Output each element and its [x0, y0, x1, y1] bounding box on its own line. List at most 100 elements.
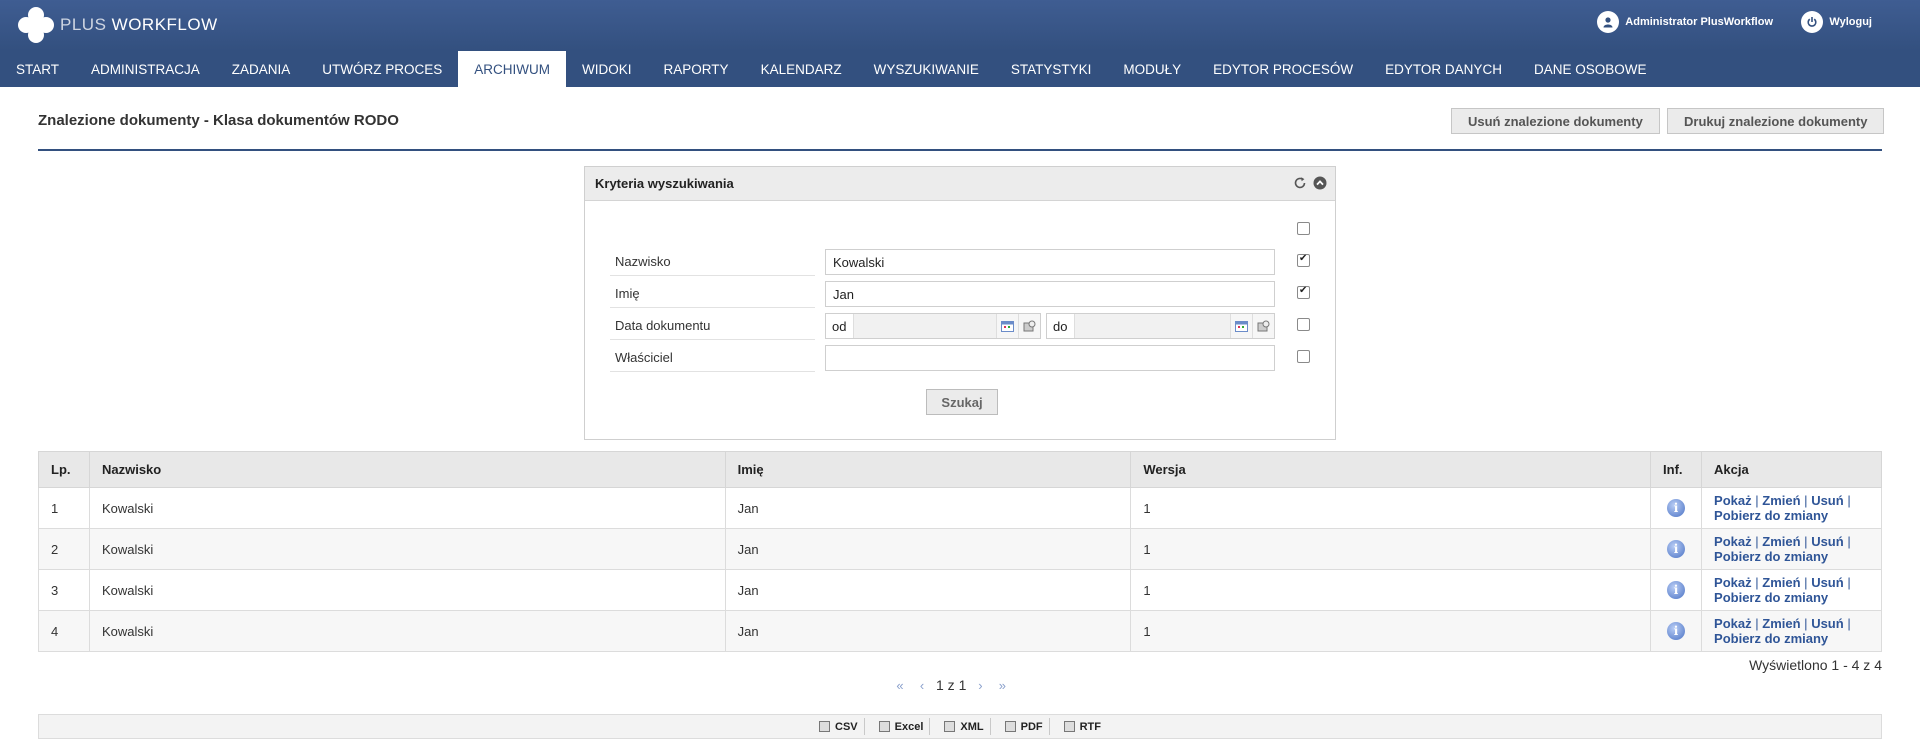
delete-link[interactable]: Usuń	[1811, 616, 1844, 631]
name-checkbox[interactable]	[1297, 285, 1310, 299]
clear-date-icon[interactable]	[1018, 314, 1040, 338]
cell-name: Jan	[724, 569, 1132, 611]
user-profile-link[interactable]: Administrator PlusWorkflow	[1597, 11, 1773, 33]
date-label: Data dokumentu	[610, 312, 815, 340]
refresh-icon[interactable]	[1293, 176, 1307, 193]
table-row: 2 Kowalski Jan 1 i Pokaż | Zmień | Usuń …	[38, 528, 1882, 570]
col-version[interactable]: Wersja	[1130, 451, 1652, 488]
title-divider	[38, 149, 1882, 151]
owner-input[interactable]	[825, 345, 1275, 371]
cell-lp: 1	[38, 487, 90, 529]
export-pdf[interactable]: PDF	[999, 718, 1050, 735]
xml-icon	[944, 721, 956, 732]
delete-found-button[interactable]: Usuń znalezione dokumenty	[1451, 108, 1660, 134]
last-page-icon[interactable]: »	[994, 677, 1010, 693]
search-button[interactable]: Szukaj	[926, 389, 998, 415]
info-icon[interactable]: i	[1667, 622, 1686, 640]
nav-wyszukiwanie[interactable]: WYSZUKIWANIE	[858, 51, 995, 87]
prev-page-icon[interactable]: ‹	[914, 677, 930, 693]
checkout-link[interactable]: Pobierz do zmiany	[1714, 631, 1828, 646]
checkout-link[interactable]: Pobierz do zmiany	[1714, 590, 1828, 605]
nav-start[interactable]: START	[0, 51, 75, 87]
delete-link[interactable]: Usuń	[1811, 575, 1844, 590]
logout-button[interactable]: Wyloguj	[1801, 11, 1872, 33]
date-from-field[interactable]: od	[825, 313, 1041, 339]
date-to-field[interactable]: do	[1046, 313, 1275, 339]
change-link[interactable]: Zmień	[1762, 493, 1800, 508]
top-header: PLUS WORKFLOW Administrator PlusWorkflow…	[0, 0, 1920, 51]
change-link[interactable]: Zmień	[1762, 575, 1800, 590]
nav-raporty[interactable]: RAPORTY	[648, 51, 745, 87]
next-page-icon[interactable]: ›	[972, 677, 988, 693]
nav-widoki[interactable]: WIDOKI	[566, 51, 648, 87]
nav-statystyki[interactable]: STATYSTYKI	[995, 51, 1108, 87]
excel-icon	[878, 721, 890, 732]
date-checkbox[interactable]	[1297, 318, 1310, 331]
first-page-icon[interactable]: «	[892, 677, 908, 693]
cell-lp: 2	[38, 528, 90, 570]
logo-text: PLUS WORKFLOW	[60, 15, 218, 34]
info-icon[interactable]: i	[1667, 499, 1686, 517]
nav-archiwum[interactable]: ARCHIWUM	[458, 51, 567, 87]
surname-input[interactable]	[825, 249, 1275, 275]
export-xml[interactable]: XML	[938, 718, 991, 735]
owner-checkbox[interactable]	[1297, 350, 1310, 363]
cell-surname: Kowalski	[88, 487, 726, 529]
export-excel-label: Excel	[894, 720, 924, 733]
date-to-prefix: do	[1047, 314, 1075, 338]
col-surname[interactable]: Nazwisko	[88, 451, 726, 488]
delete-link[interactable]: Usuń	[1811, 534, 1844, 549]
clear-date-icon[interactable]	[1252, 314, 1274, 338]
owner-label: Właściciel	[610, 344, 815, 372]
info-icon[interactable]: i	[1667, 540, 1686, 558]
nav-edytor-procesow[interactable]: EDYTOR PROCESÓW	[1197, 51, 1369, 87]
change-link[interactable]: Zmień	[1762, 616, 1800, 631]
show-link[interactable]: Pokaż	[1714, 534, 1752, 549]
export-excel[interactable]: Excel	[873, 718, 931, 735]
cell-actions: Pokaż | Zmień | Usuń | Pobierz do zmiany	[1701, 569, 1882, 611]
nav-kalendarz[interactable]: KALENDARZ	[745, 51, 858, 87]
show-link[interactable]: Pokaż	[1714, 493, 1752, 508]
change-link[interactable]: Zmień	[1762, 534, 1800, 549]
show-link[interactable]: Pokaż	[1714, 575, 1752, 590]
export-pdf-label: PDF	[1020, 720, 1043, 733]
col-lp[interactable]: Lp.	[38, 451, 90, 488]
date-to-input[interactable]	[1075, 314, 1230, 338]
name-input[interactable]	[825, 281, 1275, 307]
collapse-icon[interactable]	[1313, 176, 1327, 193]
user-icon	[1597, 11, 1620, 33]
nav-moduly[interactable]: MODUŁY	[1107, 51, 1197, 87]
records-shown-text: Wyświetlono 1 - 4 z 4	[1749, 657, 1882, 673]
show-link[interactable]: Pokaż	[1714, 616, 1752, 631]
nav-dane-osobowe[interactable]: DANE OSOBOWE	[1518, 51, 1663, 87]
checkout-link[interactable]: Pobierz do zmiany	[1714, 549, 1828, 564]
select-all-checkbox[interactable]	[1297, 222, 1310, 235]
print-found-button[interactable]: Drukuj znalezione dokumenty	[1667, 108, 1885, 134]
cell-actions: Pokaż | Zmień | Usuń | Pobierz do zmiany	[1701, 487, 1882, 529]
cell-surname: Kowalski	[88, 528, 726, 570]
nav-edytor-danych[interactable]: EDYTOR DANYCH	[1369, 51, 1518, 87]
export-csv[interactable]: CSV	[813, 718, 865, 735]
date-from-input[interactable]	[854, 314, 996, 338]
name-row: Imię	[610, 280, 1310, 308]
export-xml-label: XML	[960, 720, 984, 733]
calendar-icon[interactable]	[996, 314, 1018, 338]
nav-administracja[interactable]: ADMINISTRACJA	[75, 51, 216, 87]
cell-version: 1	[1130, 487, 1652, 529]
col-action: Akcja	[1701, 451, 1882, 488]
calendar-icon[interactable]	[1230, 314, 1252, 338]
surname-checkbox[interactable]	[1297, 253, 1310, 267]
delete-link[interactable]: Usuń	[1811, 493, 1844, 508]
export-bar: CSV Excel XML PDF RTF	[38, 714, 1882, 739]
checkout-link[interactable]: Pobierz do zmiany	[1714, 508, 1828, 523]
nav-zadania[interactable]: ZADANIA	[216, 51, 307, 87]
pagination: « ‹ 1 z 1 › »	[892, 677, 1010, 693]
cell-name: Jan	[724, 487, 1132, 529]
cell-info: i	[1650, 610, 1703, 652]
nav-utworz-proces[interactable]: UTWÓRZ PROCES	[306, 51, 458, 87]
panel-header: Kryteria wyszukiwania	[585, 167, 1335, 201]
col-name[interactable]: Imię	[724, 451, 1132, 488]
app-logo[interactable]: PLUS WORKFLOW	[18, 7, 218, 43]
info-icon[interactable]: i	[1667, 581, 1686, 599]
export-rtf[interactable]: RTF	[1058, 718, 1107, 735]
